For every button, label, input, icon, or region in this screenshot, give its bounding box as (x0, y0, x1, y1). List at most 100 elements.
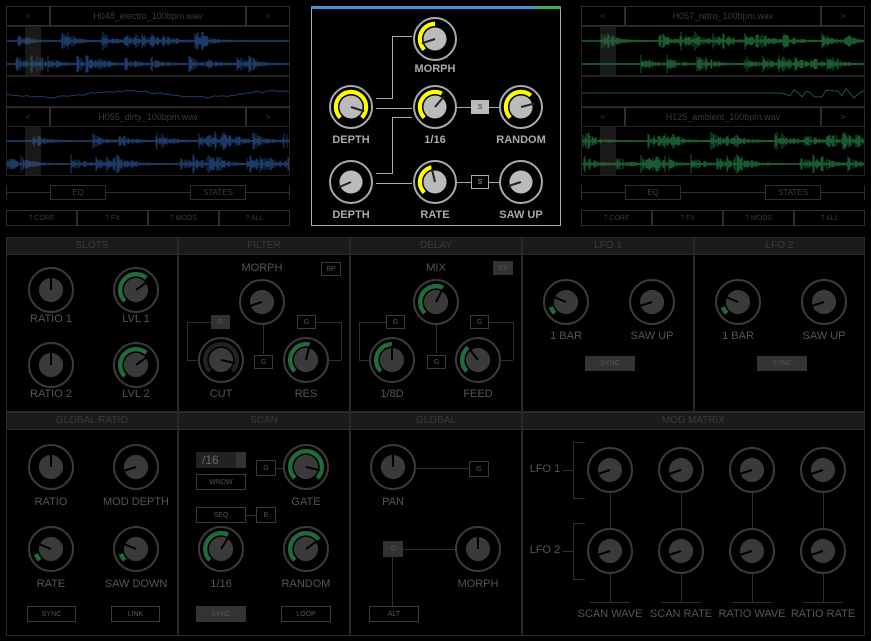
playhead-selection (25, 27, 41, 75)
knob-ratio-2[interactable] (27, 341, 75, 389)
scan-sync-button[interactable]: SYNC (196, 606, 246, 622)
knob-delay-time[interactable] (368, 336, 416, 384)
connector-line (610, 574, 611, 602)
knob-saw-up[interactable] (498, 159, 544, 205)
delay-mix-g-toggle[interactable]: G (427, 355, 446, 369)
help-fx-button[interactable]: ? FX (77, 210, 148, 226)
knob-ratio[interactable] (27, 443, 75, 491)
knob-random[interactable] (498, 84, 544, 130)
knob-feed[interactable] (454, 336, 502, 384)
knob-lvl-2[interactable] (112, 341, 160, 389)
knob-gr-rate[interactable] (27, 525, 75, 573)
next-file-button[interactable]: > (821, 107, 865, 127)
filter-morph-g-toggle[interactable]: G (254, 355, 273, 369)
delay-time-g-toggle[interactable]: G (386, 315, 405, 329)
connector-line (573, 442, 585, 443)
knob-rate-division[interactable] (412, 84, 458, 130)
alt-button[interactable]: ALT (369, 606, 419, 622)
knob-lfo1-shape[interactable] (628, 278, 676, 326)
next-file-button[interactable]: > (246, 107, 290, 127)
knob-saw-down[interactable] (112, 525, 160, 573)
connector-line (500, 360, 513, 361)
knob-mod-2-4[interactable] (799, 527, 847, 575)
knob-morph[interactable] (412, 16, 458, 62)
knob-lvl-1[interactable] (112, 266, 160, 314)
knob-depth[interactable] (328, 84, 374, 130)
lfo2-sync-button[interactable]: SYNC (757, 356, 807, 371)
knob-mod-1-2[interactable] (657, 446, 705, 494)
help-fx-button[interactable]: ? FX (652, 210, 723, 226)
global-ratio-sync-button[interactable]: SYNC (27, 606, 76, 622)
delay-feed-g-toggle[interactable]: G (470, 315, 489, 329)
spinner-arrows-icon[interactable] (236, 452, 246, 468)
eq-button[interactable]: EQ (50, 185, 106, 200)
file-name-1: H048_electro_100bpm.wav (50, 6, 246, 26)
help-core-button[interactable]: ? CORE (581, 210, 652, 226)
connector-line (415, 468, 469, 469)
playhead-selection (600, 27, 616, 75)
connector-line (489, 322, 513, 323)
prev-file-button[interactable]: < (6, 107, 50, 127)
prev-file-button[interactable]: < (581, 6, 625, 26)
link-button[interactable]: LINK (111, 606, 160, 622)
knob-mod-1-4[interactable] (799, 446, 847, 494)
s-toggle-2[interactable]: S (471, 175, 489, 189)
seq-button[interactable]: SEQ (196, 507, 246, 523)
knob-rate[interactable] (412, 159, 458, 205)
waveform-1[interactable] (6, 26, 290, 76)
knob-scan-rate[interactable] (197, 525, 245, 573)
scan-e-toggle[interactable]: E (256, 507, 276, 523)
eq-button[interactable]: EQ (625, 185, 681, 200)
prev-file-button[interactable]: < (581, 107, 625, 127)
knob-mod-2-2[interactable] (657, 527, 705, 575)
knob-pan[interactable] (369, 443, 417, 491)
states-button[interactable]: STATES (765, 185, 821, 200)
knob-res[interactable] (282, 336, 330, 384)
scan-gate-g-toggle[interactable]: G (256, 460, 276, 476)
waveform-1[interactable] (581, 26, 865, 76)
knob-cut[interactable] (197, 336, 245, 384)
filter-mode-button[interactable]: BP (321, 262, 341, 276)
knob-mod-1-3[interactable] (728, 446, 776, 494)
knob-scan-random[interactable] (282, 525, 330, 573)
knob-lfo1-rate-label: 1 BAR (550, 330, 582, 342)
knob-mod-depth[interactable] (112, 443, 160, 491)
knob-global-morph[interactable] (454, 525, 502, 573)
waveform-2[interactable] (581, 126, 865, 176)
loop-button[interactable]: LOOP (281, 606, 331, 622)
waveform-2[interactable] (6, 126, 290, 176)
knob-depth-2[interactable] (328, 159, 374, 205)
states-button[interactable]: STATES (190, 185, 246, 200)
knob-mod-2-1[interactable] (586, 527, 634, 575)
knob-gate[interactable] (282, 443, 330, 491)
knob-lfo1-rate[interactable] (542, 278, 590, 326)
pan-g-toggle[interactable]: G (469, 461, 489, 477)
delay-mode-button[interactable]: SY (493, 261, 513, 275)
connector-line (263, 324, 264, 354)
wndw-button[interactable]: WNDW (196, 474, 246, 490)
knob-mod-1-1[interactable] (586, 446, 634, 494)
s-toggle-1[interactable]: S (471, 100, 489, 114)
connector-line (823, 574, 824, 602)
knob-filter-morph[interactable] (238, 278, 286, 326)
prev-file-button[interactable]: < (6, 6, 50, 26)
filter-res-g-toggle[interactable]: G (297, 315, 316, 329)
filter-morph-label: MORPH (241, 262, 283, 274)
help-all-button[interactable]: ? ALL (219, 210, 290, 226)
knob-mod-2-3[interactable] (728, 527, 776, 575)
help-core-button[interactable]: ? CORE (6, 210, 77, 226)
next-file-button[interactable]: > (246, 6, 290, 26)
next-file-button[interactable]: > (821, 6, 865, 26)
knob-mix[interactable] (412, 278, 460, 326)
filter-cut-g-toggle[interactable]: G (211, 315, 230, 329)
connector-line (392, 557, 393, 606)
help-mods-button[interactable]: ? MODS (148, 210, 219, 226)
knob-res-label: RES (294, 388, 318, 400)
knob-lfo2-rate[interactable] (714, 278, 762, 326)
knob-lfo2-shape[interactable] (800, 278, 848, 326)
help-all-button[interactable]: ? ALL (794, 210, 865, 226)
help-mods-button[interactable]: ? MODS (723, 210, 794, 226)
morph-g-toggle[interactable]: G (383, 541, 403, 557)
lfo1-sync-button[interactable]: SYNC (585, 356, 635, 371)
knob-ratio-1[interactable] (27, 266, 75, 314)
